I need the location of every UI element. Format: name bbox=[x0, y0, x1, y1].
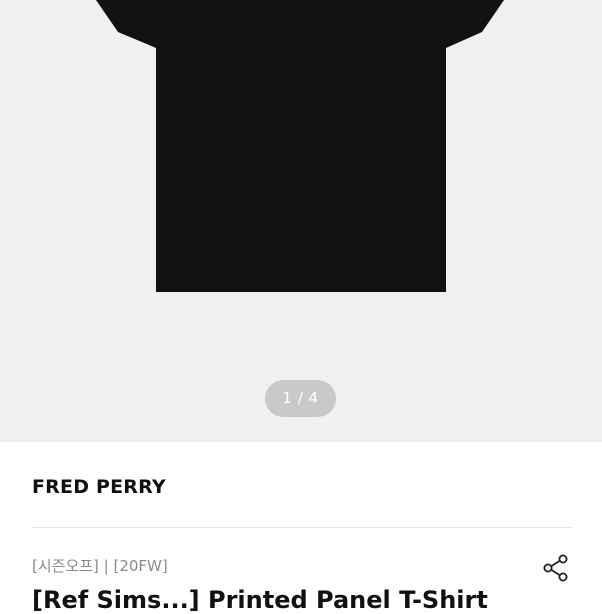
divider bbox=[32, 527, 572, 528]
product-image-gallery[interactable]: 1 / 4 bbox=[0, 0, 602, 442]
product-image bbox=[96, 0, 504, 292]
page-indicator: 1 / 4 bbox=[265, 380, 336, 417]
brand-name[interactable]: FRED PERRY bbox=[32, 476, 166, 498]
tshirt-shape bbox=[96, 0, 504, 292]
product-title: [Ref Sims...] Printed Panel T-Shirt bbox=[32, 586, 488, 614]
product-tags: [시즌오프] | [20FW] bbox=[32, 557, 168, 575]
share-icon bbox=[543, 554, 568, 582]
share-button[interactable] bbox=[540, 552, 572, 584]
